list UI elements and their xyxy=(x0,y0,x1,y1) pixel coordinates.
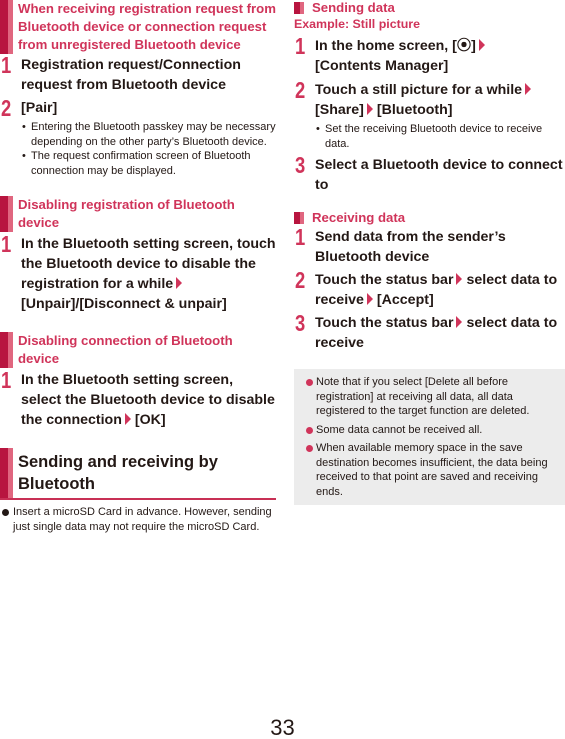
step-number: 1 xyxy=(1,367,12,393)
step-text: [Bluetooth] xyxy=(376,102,453,118)
bullet-dot-icon xyxy=(306,445,313,452)
heading-bar-light xyxy=(8,448,13,498)
page-number: 33 xyxy=(270,715,295,739)
step-text: Touch the status bar xyxy=(315,272,454,288)
heading-text: Sending and receiving by Bluetooth xyxy=(18,453,218,493)
step-number: 1 xyxy=(295,224,306,250)
step-text: Select a Bluetooth device to connect to xyxy=(315,157,563,193)
subsection-heading-sending: Sending data xyxy=(294,0,565,16)
subsection-heading-receiving: Receiving data xyxy=(294,210,565,226)
step-2: 2 Touch the status bar select data to rec… xyxy=(294,267,565,310)
note-text: Some data cannot be received all. xyxy=(316,423,483,436)
step-text: [Unpair]/[Disconnect & unpair] xyxy=(21,296,227,312)
step-text: Touch the status bar xyxy=(315,315,454,331)
heading-bar-dark xyxy=(0,332,8,368)
section-heading-disable-registration: Disabling registration of Bluetooth devi… xyxy=(0,196,276,232)
heading-text: Disabling registration of Bluetooth devi… xyxy=(18,197,235,230)
heading-bar-dark xyxy=(0,448,8,498)
bullet-dot-icon xyxy=(2,509,9,516)
step-text: [OK] xyxy=(134,412,166,428)
step-number: 2 xyxy=(295,77,306,103)
note-text: When available memory space in the save … xyxy=(316,442,548,498)
step-text: In the Bluetooth setting screen, touch t… xyxy=(21,236,276,292)
note-receiving-device: Set the receiving Bluetooth device to re… xyxy=(294,122,565,151)
step-number: 2 xyxy=(1,95,12,121)
step-1: 1 In the Bluetooth setting screen, touch… xyxy=(0,231,276,314)
step-number: 2 xyxy=(295,267,306,293)
step-1: 1 In the home screen, [⦿] [Contents Manag… xyxy=(294,33,565,76)
heading-bar-light xyxy=(300,2,304,14)
step-2: 2 Touch a still picture for a while [Shar… xyxy=(294,77,565,120)
bullet-dot-icon xyxy=(306,379,313,386)
arrow-icon xyxy=(456,273,463,285)
right-column: Sending data Example: Still picture 1 In… xyxy=(294,0,565,505)
step-text: [Pair] xyxy=(21,100,58,116)
step-1: 1 In the Bluetooth setting screen, selec… xyxy=(0,367,276,430)
step-1: 1 Registration request/Connection reques… xyxy=(0,52,276,95)
section-heading-registration-request: When receiving registration request from… xyxy=(0,0,276,54)
step-number: 1 xyxy=(295,33,306,59)
step-3: 3 Select a Bluetooth device to connect t… xyxy=(294,152,565,195)
heading-bar-light xyxy=(8,0,13,54)
step-text: [Contents Manager] xyxy=(315,58,449,74)
note-microsd: Insert a microSD Card in advance. Howeve… xyxy=(0,505,276,534)
heading-bar-dark xyxy=(0,196,8,232)
step-text: Registration request/Connection request … xyxy=(21,57,241,93)
step-1: 1 Send data from the sender’s Bluetooth … xyxy=(294,224,565,267)
heading-underline xyxy=(0,498,276,500)
step-number: 3 xyxy=(295,152,306,178)
heading-text: When receiving registration request from… xyxy=(18,1,276,52)
section-heading-disable-connection: Disabling connection of Bluetooth device xyxy=(0,332,276,368)
step-number: 1 xyxy=(1,52,12,78)
note-delete-all: Note that if you select [Delete all befo… xyxy=(300,375,559,419)
heading-bar-dark xyxy=(0,0,8,54)
heading-text: Disabling connection of Bluetooth device xyxy=(18,333,233,366)
arrow-icon xyxy=(176,277,183,289)
section-heading-sending-receiving: Sending and receiving by Bluetooth xyxy=(0,448,276,498)
step-number: 3 xyxy=(295,310,306,336)
arrow-icon xyxy=(366,103,373,115)
heading-bar-light xyxy=(300,212,304,224)
example-label: Example: Still picture xyxy=(294,17,421,31)
step-2: 2 [Pair] xyxy=(0,95,276,121)
step-number: 1 xyxy=(1,231,12,257)
arrow-icon xyxy=(525,83,532,95)
note-some-data: Some data cannot be received all. xyxy=(300,423,559,438)
step-text: In the home screen, [⦿] xyxy=(315,38,476,54)
heading-text: Receiving data xyxy=(312,210,406,225)
step-text: Send data from the sender’s Bluetooth de… xyxy=(315,229,506,265)
step-text: Touch a still picture for a while xyxy=(315,82,523,98)
left-column: When receiving registration request from… xyxy=(0,0,276,534)
heading-text: Sending data xyxy=(312,0,395,15)
note-text: Insert a microSD Card in advance. Howeve… xyxy=(13,506,272,533)
heading-bar-light xyxy=(8,332,13,368)
arrow-icon xyxy=(456,316,463,328)
notes-box: Note that if you select [Delete all befo… xyxy=(294,369,565,505)
arrow-icon xyxy=(478,39,485,51)
step-text: [Share] xyxy=(315,102,364,118)
step-text: [Accept] xyxy=(376,292,434,308)
arrow-icon xyxy=(124,413,131,425)
arrow-icon xyxy=(366,293,373,305)
heading-bar-light xyxy=(8,196,13,232)
note-confirmation-screen: The request confirmation screen of Bluet… xyxy=(0,149,276,178)
note-text: Note that if you select [Delete all befo… xyxy=(316,376,530,417)
note-memory: When available memory space in the save … xyxy=(300,441,559,499)
note-passkey: Entering the Bluetooth passkey may be ne… xyxy=(0,120,276,149)
bullet-dot-icon xyxy=(306,426,313,434)
step-3: 3 Touch the status bar select data to rec… xyxy=(294,310,565,353)
